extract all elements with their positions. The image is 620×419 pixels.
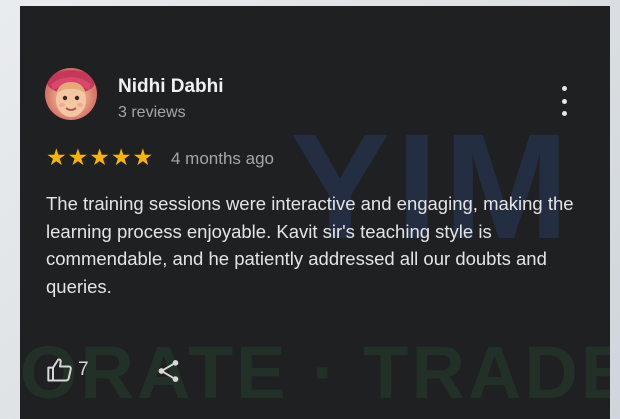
like-button[interactable]: 7 bbox=[46, 356, 89, 384]
review-card: YIM ORATE · TRADE Nidhi Dabhi 3 reviews … bbox=[20, 6, 610, 419]
more-options-button[interactable] bbox=[555, 86, 573, 116]
watermark-bottom: ORATE · TRADE bbox=[20, 331, 610, 414]
star-icon: ★ bbox=[67, 145, 89, 171]
star-rating: ★ ★ ★ ★ ★ bbox=[46, 146, 154, 170]
avatar[interactable] bbox=[45, 68, 97, 120]
star-icon: ★ bbox=[46, 145, 67, 171]
share-button[interactable] bbox=[156, 358, 182, 389]
avatar-image bbox=[47, 70, 95, 117]
reviewer-name[interactable]: Nidhi Dabhi bbox=[118, 76, 224, 98]
more-vert-icon-dot bbox=[561, 111, 567, 116]
like-count: 7 bbox=[78, 359, 89, 380]
thumbs-up-icon bbox=[47, 358, 72, 382]
review-text: The training sessions were interactive a… bbox=[46, 193, 574, 297]
share-icon bbox=[158, 360, 179, 382]
star-icon: ★ bbox=[89, 145, 110, 171]
star-icon: ★ bbox=[110, 145, 132, 171]
review-count: 3 reviews bbox=[118, 104, 186, 121]
star-icon: ★ bbox=[132, 145, 154, 171]
more-vert-icon bbox=[561, 86, 567, 91]
review-time: 4 months ago bbox=[171, 149, 275, 168]
more-vert-icon-dot bbox=[561, 98, 567, 104]
